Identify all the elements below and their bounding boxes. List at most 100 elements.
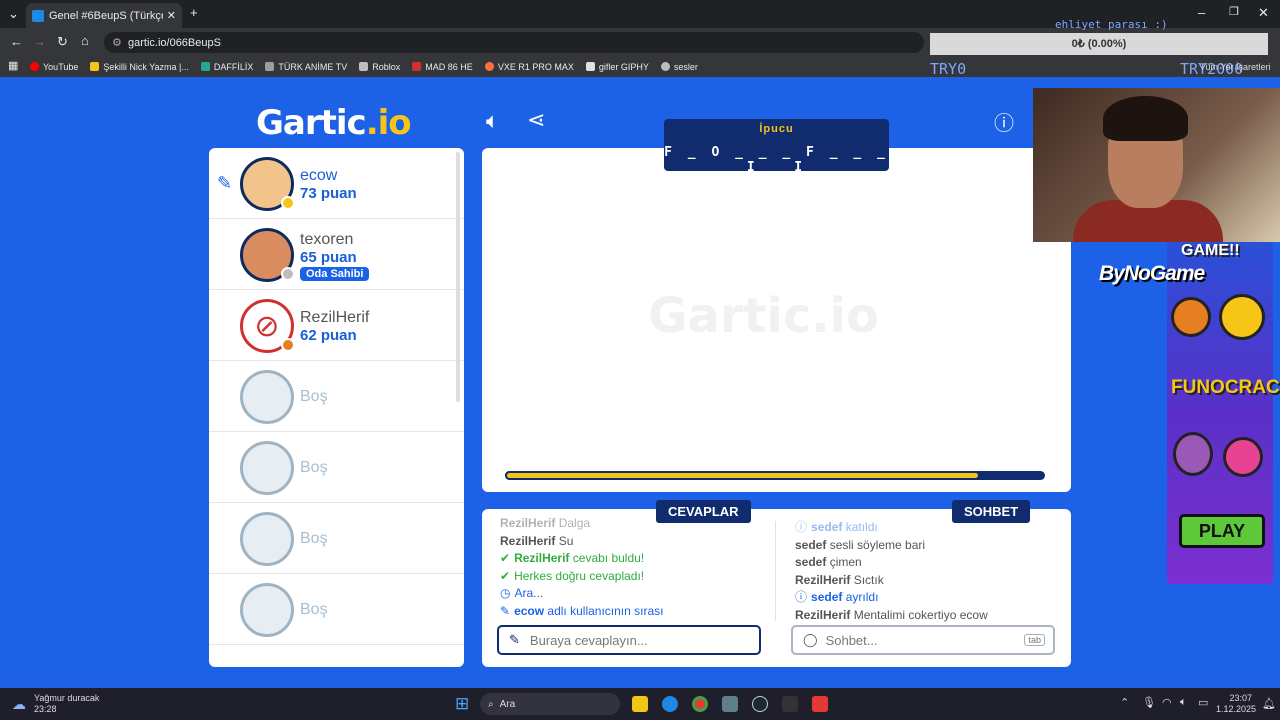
tray-chevron-icon[interactable]: ⌃ [1120, 696, 1129, 709]
bookmark-label: DAFFİLİX [213, 61, 254, 72]
ad-character-icon [1173, 432, 1213, 476]
bookmark-nick[interactable]: Şekilli Nick Yazma |... [90, 62, 189, 72]
start-icon[interactable]: ⊞ [455, 694, 469, 714]
wifi-icon[interactable]: ◠ [1162, 696, 1172, 709]
info-icon: ⓘ [795, 520, 808, 534]
url-text: gartic.io/066BeupS [128, 36, 221, 49]
apps-grid-icon[interactable]: ▦ [8, 59, 18, 72]
windows-taskbar: ☁ Yağmur duracak 23:28 ⊞ ⌕ Ara ⌃ 🎙︎ ◠ 🔈︎… [0, 688, 1280, 720]
chat-message: sedef sesli söyleme bari [795, 537, 988, 555]
tab-answers[interactable]: CEVAPLAR [656, 500, 751, 523]
notifications-icon[interactable]: 🔔︎ [1262, 697, 1276, 710]
player-points: 73 puan [300, 185, 357, 202]
file-explorer-icon[interactable] [632, 696, 648, 712]
pencil-icon: ✎ [500, 603, 511, 618]
taskbar-search[interactable]: ⌕ Ara [480, 693, 620, 715]
info-icon[interactable]: ⓘ [994, 107, 1014, 136]
new-tab-icon[interactable]: + [190, 5, 198, 20]
bookmark-giphy[interactable]: gifler GIPHY [585, 62, 649, 72]
status-dot [281, 196, 295, 210]
answer-input[interactable]: ✎ Buraya cevaplayın... [497, 625, 761, 655]
ad-brand-logo: ByNoGame [1099, 262, 1205, 285]
tab-title: Genel #6BeupS (Türkçe) - Gartic [49, 9, 163, 22]
tab-list-icon[interactable]: ⌄ [8, 6, 19, 22]
message-text: Mentalimi cokertiyo ecow [853, 607, 988, 622]
empty-avatar-icon [240, 370, 294, 424]
back-icon[interactable]: ← [10, 34, 23, 49]
mad86-icon [412, 62, 422, 71]
epic-games-icon[interactable] [782, 696, 798, 712]
blocked-avatar-icon: ⊘ [240, 299, 295, 353]
message-text: katıldı [845, 520, 878, 534]
steam-icon[interactable] [752, 696, 768, 712]
clock[interactable]: 23:07 1.12.2025 [1216, 693, 1257, 715]
message-text: Dalga [558, 516, 591, 530]
bookmark-label: sesler [673, 61, 698, 72]
message-text: adlı kullanıcının sırası [547, 603, 664, 618]
empty-avatar-icon [240, 441, 294, 495]
side-advertisement[interactable]: GAME!! ByNoGame FUNOCRACY PLAY [1099, 242, 1280, 584]
player-row[interactable]: ⊘ RezilHerif 62 puan [209, 290, 464, 361]
home-icon[interactable]: ⌂ [81, 33, 89, 48]
browser-tab[interactable]: Genel #6BeupS (Türkçe) - Gartic ✕ [26, 3, 182, 28]
empty-slot-label: Boş [300, 601, 328, 618]
microphone-icon[interactable]: 🎙︎ [1142, 696, 1156, 709]
answer-placeholder: Buraya cevaplayın... [529, 632, 648, 648]
other-bookmarks[interactable]: Tüm Yer İşaretleri [1200, 62, 1271, 72]
close-tab-icon[interactable]: ✕ [167, 9, 176, 22]
vxe-icon [484, 62, 494, 71]
site-info-icon[interactable]: ⚙ [112, 36, 122, 49]
message-text: Su [558, 533, 574, 548]
player-name: ecow [300, 167, 338, 184]
player-name: texoren [300, 231, 354, 248]
weather-widget[interactable]: Yağmur duracak 23:28 [34, 693, 99, 715]
round-timer-bar [505, 471, 1045, 480]
bookmark-label: Şekilli Nick Yazma |... [103, 61, 189, 72]
obs-icon[interactable] [812, 696, 828, 712]
player-row[interactable]: texoren 65 puan Oda Sahibi [209, 219, 464, 290]
bookmark-sesler[interactable]: sesler [660, 61, 698, 72]
store-icon[interactable] [722, 696, 738, 712]
ad-character-icon [1219, 294, 1265, 340]
url-input[interactable]: ⚙ gartic.io/066BeupS [104, 32, 924, 53]
share-icon[interactable]: ⋖ [527, 107, 545, 133]
bookmark-turk-anime[interactable]: TÜRK ANİME TV [265, 62, 347, 72]
reload-icon[interactable]: ↻ [57, 34, 68, 50]
empty-slot-label: Boş [300, 388, 328, 405]
restore-icon[interactable]: ❐ [1229, 5, 1239, 18]
chat-message: ⓘ sedef katıldı [795, 519, 988, 537]
bookmark-daffilix[interactable]: DAFFİLİX [200, 61, 254, 72]
forward-icon[interactable]: → [33, 34, 46, 49]
empty-slot: Boş [209, 432, 464, 503]
info-icon: ⓘ [795, 590, 808, 604]
roblox-icon [359, 62, 369, 71]
players-scrollbar[interactable] [456, 152, 460, 402]
close-window-icon[interactable]: ✕ [1258, 5, 1269, 21]
chrome-icon[interactable] [692, 696, 708, 712]
empty-slot: Boş [209, 361, 464, 432]
message-user: ecow [514, 603, 545, 618]
chat-message: sedef çimen [795, 554, 988, 572]
battery-icon[interactable]: ▭ [1198, 696, 1208, 709]
goal-progress-bar: 0₺ (0.00%) [930, 33, 1268, 55]
minimize-icon[interactable]: – [1198, 5, 1205, 20]
ad-play-button[interactable]: PLAY [1179, 514, 1265, 548]
webcam-overlay [1033, 88, 1280, 242]
bookmark-mad86[interactable]: MAD 86 HE [412, 62, 473, 72]
message-text: Ara... [514, 586, 544, 600]
edge-icon[interactable] [662, 696, 678, 712]
player-row[interactable]: ✎ ecow 73 puan [209, 148, 464, 219]
bookmark-youtube[interactable]: YouTube [30, 62, 78, 72]
webcam-hair [1103, 96, 1188, 141]
chat-input[interactable]: ◯ Sohbet... tab [791, 625, 1055, 655]
sound-icon[interactable]: 🔈︎ [486, 108, 499, 134]
weather-icon[interactable]: ☁ [12, 696, 26, 713]
drawing-canvas[interactable]: Gartic.io [482, 148, 1071, 492]
gartic-logo: Gartic.io [256, 103, 412, 143]
bookmark-vxe[interactable]: VXE R1 PRO MAX [484, 62, 574, 72]
message-user: sedef [795, 555, 827, 569]
hint-word: F _ O _ _ _ F _ _ _ I _ I [664, 145, 889, 175]
bookmark-roblox[interactable]: Roblox [359, 62, 400, 72]
volume-icon[interactable]: 🔈︎ [1180, 696, 1187, 709]
date: 1.12.2025 [1216, 704, 1257, 714]
